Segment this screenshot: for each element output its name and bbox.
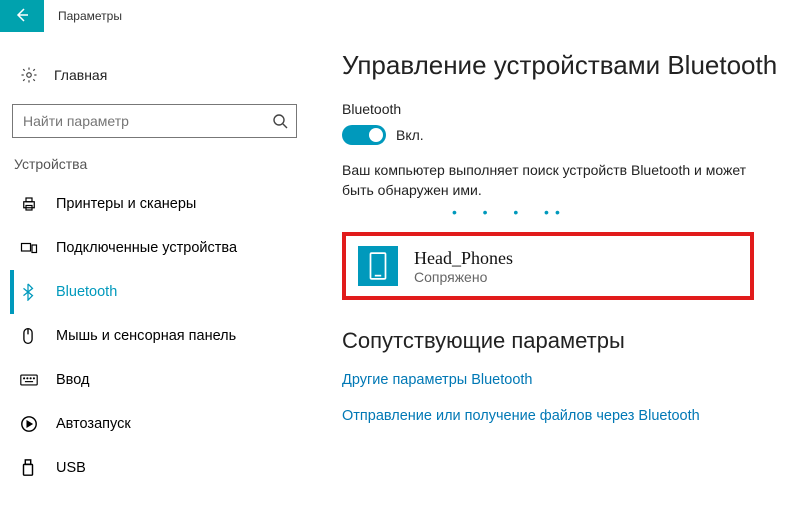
device-name: Head_Phones	[414, 248, 513, 269]
sidebar-item-connected-devices[interactable]: Подключенные устройства	[10, 226, 310, 270]
sidebar-item-mouse[interactable]: Мышь и сенсорная панель	[10, 314, 310, 358]
related-heading: Сопутствующие параметры	[342, 328, 783, 354]
device-status: Сопряжено	[414, 269, 513, 285]
sidebar-item-autoplay[interactable]: Автозапуск	[10, 402, 310, 446]
sidebar-item-usb[interactable]: USB	[10, 446, 310, 490]
sidebar-item-label: Принтеры и сканеры	[56, 196, 196, 212]
keyboard-icon	[20, 373, 42, 387]
window-title: Параметры	[58, 9, 122, 23]
sidebar: Главная Устройства Принтеры и сканеры	[0, 32, 310, 525]
printer-icon	[20, 195, 42, 213]
titlebar: Параметры	[0, 0, 793, 32]
sidebar-item-bluetooth[interactable]: Bluetooth	[10, 270, 310, 314]
page-title: Управление устройствами Bluetooth	[342, 50, 783, 81]
main-content: Управление устройствами Bluetooth Blueto…	[310, 32, 793, 525]
sidebar-home-label: Главная	[54, 67, 107, 83]
back-button[interactable]	[0, 0, 44, 32]
mouse-icon	[20, 327, 42, 345]
sidebar-item-label: Ввод	[56, 372, 89, 388]
link-send-receive-files[interactable]: Отправление или получение файлов через B…	[342, 408, 783, 424]
arrow-left-icon	[14, 7, 30, 26]
searching-indicator: • • • ••	[342, 204, 783, 220]
sidebar-item-label: Мышь и сенсорная панель	[56, 328, 236, 344]
usb-icon	[20, 459, 42, 477]
phone-icon	[358, 246, 398, 286]
gear-icon	[20, 66, 42, 84]
bluetooth-description: Ваш компьютер выполняет поиск устройств …	[342, 161, 752, 200]
search-icon	[272, 113, 288, 129]
sidebar-item-printers[interactable]: Принтеры и сканеры	[10, 182, 310, 226]
sidebar-item-label: USB	[56, 460, 86, 476]
bluetooth-icon	[20, 283, 42, 301]
search-input[interactable]	[21, 112, 272, 130]
autoplay-icon	[20, 415, 42, 433]
search-box[interactable]	[12, 104, 297, 138]
devices-icon	[20, 239, 42, 257]
sidebar-group-title: Устройства	[14, 156, 310, 172]
bluetooth-label: Bluetooth	[342, 101, 783, 117]
sidebar-item-label: Bluetooth	[56, 284, 117, 300]
bluetooth-toggle-state: Вкл.	[396, 127, 424, 143]
sidebar-item-label: Автозапуск	[56, 416, 131, 432]
sidebar-home[interactable]: Главная	[10, 58, 310, 92]
sidebar-item-typing[interactable]: Ввод	[10, 358, 310, 402]
device-card[interactable]: Head_Phones Сопряжено	[342, 232, 754, 300]
link-more-bluetooth-options[interactable]: Другие параметры Bluetooth	[342, 372, 783, 388]
bluetooth-toggle[interactable]	[342, 125, 386, 145]
sidebar-item-label: Подключенные устройства	[56, 240, 237, 256]
